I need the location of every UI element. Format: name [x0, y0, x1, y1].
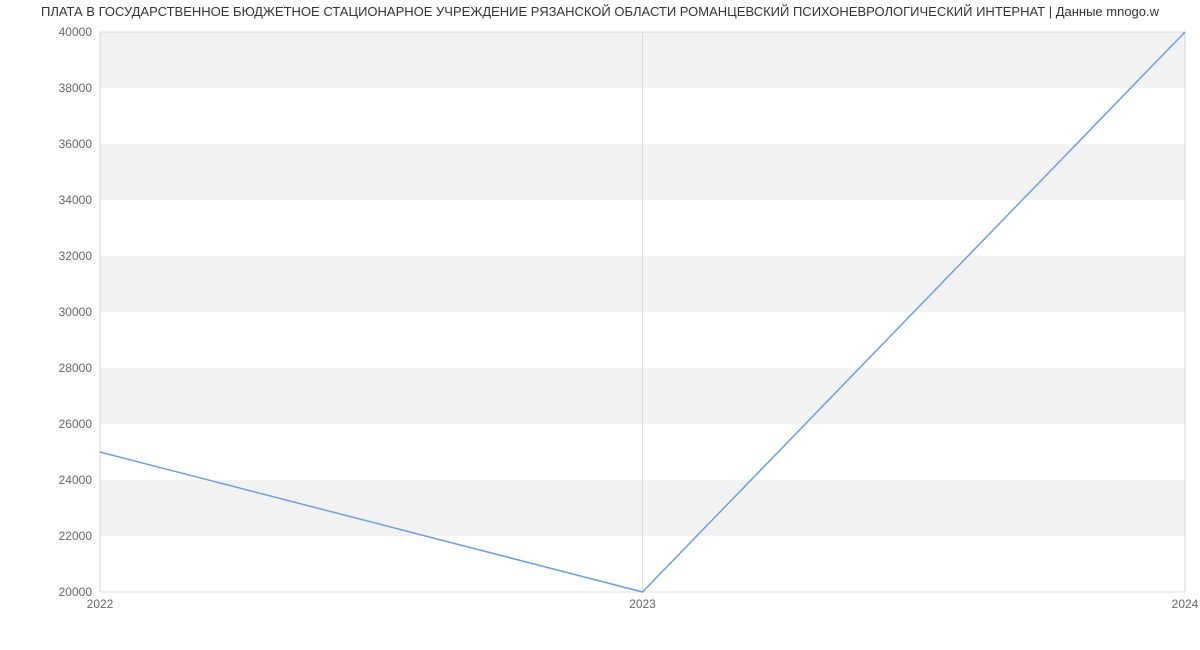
x-tick-label: 2023 [629, 597, 656, 611]
x-tick-label: 2024 [1172, 597, 1199, 611]
y-tick-label: 22000 [59, 529, 93, 543]
y-tick-label: 36000 [59, 137, 93, 151]
x-tick-label: 2022 [87, 597, 114, 611]
chart-svg: 2000022000240002600028000300003200034000… [0, 22, 1200, 642]
chart-title: ПЛАТА В ГОСУДАРСТВЕННОЕ БЮДЖЕТНОЕ СТАЦИО… [0, 0, 1200, 19]
y-tick-label: 28000 [59, 361, 93, 375]
y-tick-label: 26000 [59, 417, 93, 431]
y-tick-label: 24000 [59, 473, 93, 487]
y-tick-label: 38000 [59, 81, 93, 95]
y-tick-label: 40000 [59, 25, 93, 39]
y-tick-label: 34000 [59, 193, 93, 207]
chart-area: 2000022000240002600028000300003200034000… [0, 22, 1200, 642]
y-tick-label: 30000 [59, 305, 93, 319]
y-tick-label: 32000 [59, 249, 93, 263]
